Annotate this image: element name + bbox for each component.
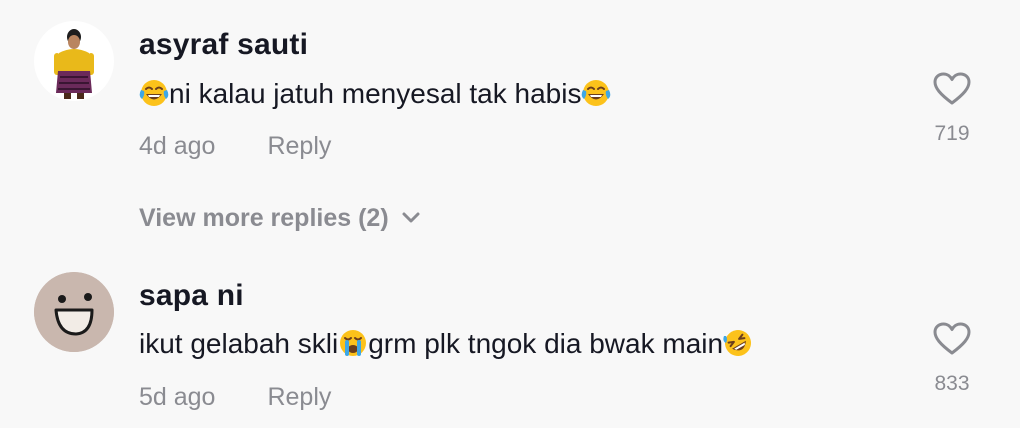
heart-icon[interactable]: [933, 322, 971, 356]
comment-timestamp: 5d ago: [139, 383, 216, 411]
comment-text-part: grm plk tngok dia bwak main: [368, 328, 724, 359]
comment-text-part: ikut gelabah skli: [139, 328, 339, 359]
like-count: 833: [934, 372, 970, 395]
avatar[interactable]: [34, 272, 114, 352]
like-count: 719: [934, 122, 970, 145]
view-more-replies-button[interactable]: View more replies (2): [139, 203, 421, 233]
loudly-crying-emoji-icon: [338, 328, 368, 358]
comment-timestamp: 4d ago: [139, 132, 216, 160]
like-button[interactable]: 719: [925, 72, 979, 146]
tears-of-joy-emoji-icon: [581, 78, 611, 108]
comment-username[interactable]: asyraf sauti: [139, 28, 308, 62]
reply-button[interactable]: Reply: [267, 383, 331, 411]
view-more-replies-label[interactable]: View more replies (2): [139, 204, 389, 232]
comment-meta: 4d ago Reply: [139, 132, 331, 161]
comment-username[interactable]: sapa ni: [139, 279, 244, 313]
heart-icon[interactable]: [933, 72, 971, 106]
comment-meta: 5d ago Reply: [139, 383, 331, 412]
comment-text: ni kalau jatuh menyesal tak habis: [139, 78, 611, 110]
chevron-down-icon[interactable]: [401, 203, 421, 232]
avatar[interactable]: [34, 21, 114, 101]
like-button[interactable]: 833: [925, 322, 979, 396]
comment-text: ikut gelabah skli grm plk tngok dia bwak…: [139, 328, 753, 360]
comment-text-part: ni kalau jatuh menyesal tak habis: [169, 78, 582, 109]
rolling-laughing-emoji-icon: [723, 328, 753, 358]
reply-button[interactable]: Reply: [267, 132, 331, 160]
tears-of-joy-emoji-icon: [139, 78, 169, 108]
